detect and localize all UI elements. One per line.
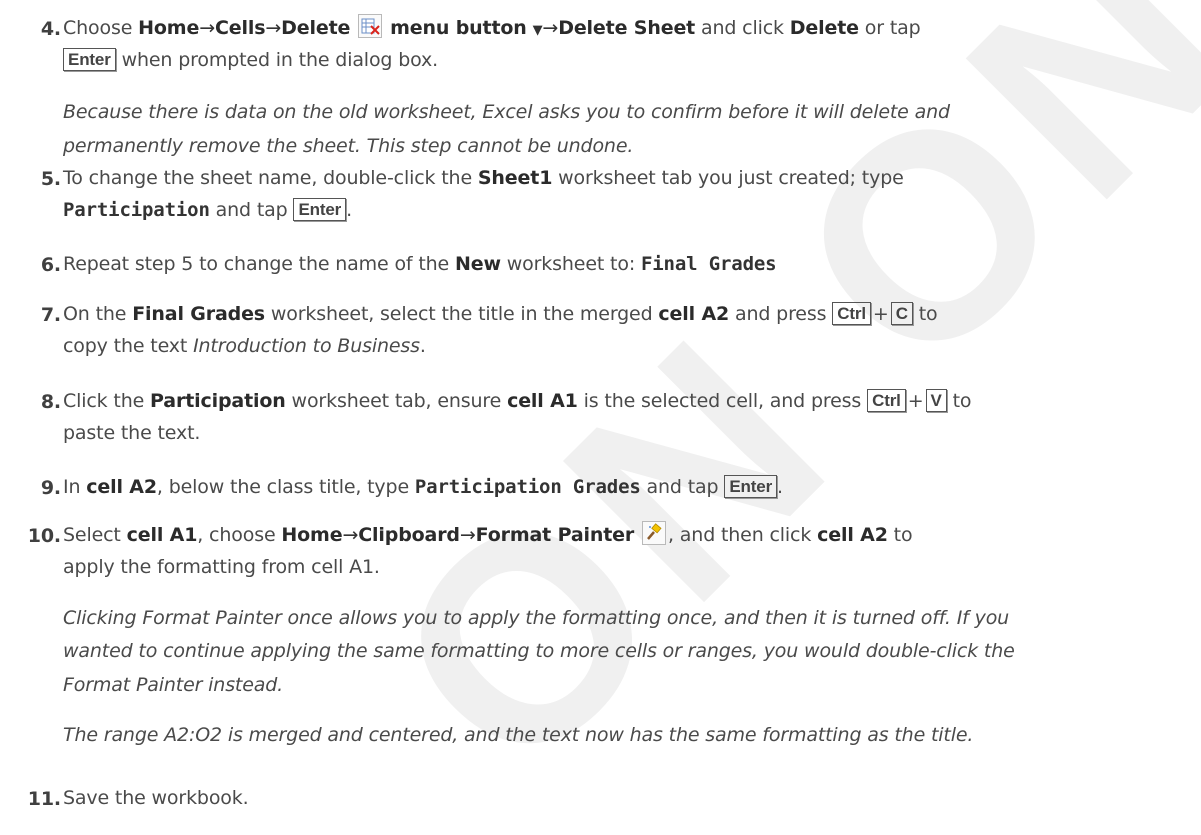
ctrl-key: Ctrl [832, 302, 871, 325]
step-number: 9. [40, 477, 61, 499]
enter-key: Enter [63, 48, 116, 71]
step-number: 6. [40, 254, 61, 276]
c-key: C [890, 302, 913, 325]
step-note: permanently remove the sheet. This step … [63, 135, 634, 157]
step-number: 7. [40, 304, 61, 326]
delete-sheet-icon [358, 14, 383, 38]
step-note: wanted to continue applying the same for… [63, 640, 1015, 662]
enter-key: Enter [293, 198, 347, 221]
step-number: 4. [40, 18, 61, 40]
step-note: Clicking Format Painter once allows you … [63, 607, 1010, 629]
v-key: V [925, 389, 947, 412]
step-note: Because there is data on the old workshe… [63, 101, 950, 123]
step-note: Format Painter instead. [63, 674, 284, 696]
step-number: 10. [27, 525, 61, 547]
step-number: 8. [40, 391, 61, 413]
step-text: Choose Home→Cells→Delete menu button ▼→D… [63, 14, 921, 45]
ctrl-key: Ctrl [867, 389, 906, 412]
dropdown-triangle-icon: ▼ [532, 23, 543, 38]
enter-key: Enter [724, 475, 778, 498]
step-number: 5. [40, 168, 61, 190]
step-note: The range A2:O2 is merged and centered, … [63, 724, 974, 746]
step-number: 11. [27, 788, 61, 810]
format-painter-icon [642, 521, 667, 545]
